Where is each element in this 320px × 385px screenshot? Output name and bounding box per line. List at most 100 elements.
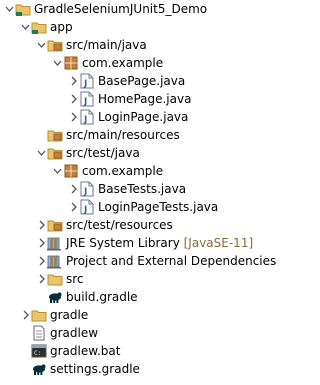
- svg-text:J: J: [83, 115, 87, 125]
- tree-item-text: BaseTests.java: [98, 182, 187, 196]
- tree-item-text: app: [50, 20, 73, 34]
- chevron-down-icon[interactable]: [5, 0, 14, 18]
- source-folder-icon: [47, 144, 63, 162]
- tree-item-text: LoginPage.java: [98, 110, 189, 124]
- tree-item-gradlew-bat[interactable]: C: gradlew.bat: [0, 342, 307, 360]
- tree-item-text: src/test/resources: [66, 218, 173, 232]
- tree-item-jre-system-library[interactable]: JRE System Library [JavaSE-11]: [0, 234, 307, 252]
- tree-item-app[interactable]: app: [0, 18, 307, 36]
- svg-text:J: J: [83, 79, 87, 89]
- tree-item-build-gradle[interactable]: build.gradle: [0, 288, 307, 306]
- gradle-file-icon: [31, 360, 47, 378]
- tree-item-label: src/main/resources: [66, 126, 180, 144]
- java-file-icon: J: [79, 72, 95, 90]
- tree-item-label: settings.gradle: [50, 360, 140, 378]
- tree-item-loginpage-java[interactable]: J LoginPage.java: [0, 108, 307, 126]
- chevron-down-icon[interactable]: [53, 162, 62, 180]
- text-file-icon: [31, 324, 47, 342]
- tree-item-text: com.example: [82, 164, 164, 178]
- tree-item-text: build.gradle: [66, 290, 138, 304]
- chevron-right-icon[interactable]: [69, 72, 78, 90]
- tree-item-gradleseleniumjunit5-demo[interactable]: GradleSeleniumJUnit5_Demo: [0, 0, 307, 18]
- tree-item-text: src/main/resources: [66, 128, 180, 142]
- chevron-down-icon[interactable]: [37, 36, 46, 54]
- tree-item-text: BasePage.java: [98, 74, 186, 88]
- tree-item-basepage-java[interactable]: J BasePage.java: [0, 72, 307, 90]
- bat-file-icon: C:: [31, 342, 47, 360]
- tree-item-text: com.example: [82, 56, 164, 70]
- chevron-right-icon[interactable]: [69, 90, 78, 108]
- tree-item-label: src/test/java: [66, 144, 140, 162]
- tree-item-com-example[interactable]: com.example: [0, 54, 307, 72]
- tree-item-src-main-java[interactable]: src/main/java: [0, 36, 307, 54]
- tree-item-com-example[interactable]: com.example: [0, 162, 307, 180]
- svg-text:C:: C:: [34, 350, 41, 357]
- tree-item-src[interactable]: src: [0, 270, 307, 288]
- tree-item-loginpagetests-java[interactable]: J LoginPageTests.java: [0, 198, 307, 216]
- tree-item-basetests-java[interactable]: J BaseTests.java: [0, 180, 307, 198]
- chevron-down-icon[interactable]: [21, 18, 30, 36]
- tree-item-text: settings.gradle: [50, 362, 140, 376]
- chevron-right-icon[interactable]: [69, 198, 78, 216]
- source-folder-icon: [47, 36, 63, 54]
- tree-item-src-main-resources[interactable]: src/main/resources: [0, 126, 307, 144]
- chevron-right-icon[interactable]: [37, 234, 46, 252]
- gradle-project-folder-icon: [31, 18, 47, 36]
- tree-item-text: src/test/java: [66, 146, 140, 160]
- tree-item-label: gradle: [50, 306, 88, 324]
- tree-item-gradlew[interactable]: gradlew: [0, 324, 307, 342]
- tree-item-text: src/main/java: [66, 38, 147, 52]
- tree-item-text: gradle: [50, 308, 89, 322]
- tree-item-text: JRE System Library: [66, 236, 180, 250]
- java-file-icon: J: [79, 108, 95, 126]
- chevron-right-icon[interactable]: [37, 216, 46, 234]
- source-folder-icon: [47, 216, 63, 234]
- tree-item-settings-gradle[interactable]: settings.gradle: [0, 360, 307, 378]
- tree-item-label: BasePage.java: [98, 72, 185, 90]
- tree-item-label: src/main/java: [66, 36, 147, 54]
- tree-item-label: src/test/resources: [66, 216, 173, 234]
- tree-item-src-test-resources[interactable]: src/test/resources: [0, 216, 307, 234]
- chevron-down-icon[interactable]: [53, 54, 62, 72]
- chevron-right-icon[interactable]: [69, 180, 78, 198]
- tree-item-label: GradleSeleniumJUnit5_Demo: [34, 0, 207, 18]
- svg-text:J: J: [83, 205, 87, 215]
- gradle-file-icon: [47, 288, 63, 306]
- tree-item-label: gradlew.bat: [50, 342, 120, 360]
- chevron-right-icon[interactable]: [37, 270, 46, 288]
- package-icon: [63, 54, 79, 72]
- folder-icon: [31, 306, 47, 324]
- package-icon: [63, 162, 79, 180]
- gradle-project-folder-icon: [15, 0, 31, 18]
- library-icon: [47, 252, 63, 270]
- svg-text:J: J: [83, 187, 87, 197]
- chevron-right-icon[interactable]: [69, 108, 78, 126]
- tree-item-gradle[interactable]: gradle: [0, 306, 307, 324]
- tree-item-text: gradlew.bat: [50, 344, 121, 358]
- library-version-suffix: [JavaSE-11]: [183, 236, 254, 250]
- tree-item-text: gradlew: [50, 326, 99, 340]
- tree-item-src-test-java[interactable]: src/test/java: [0, 144, 307, 162]
- source-folder-icon: [47, 126, 63, 144]
- java-file-icon: J: [79, 198, 95, 216]
- tree-item-label: com.example: [82, 162, 163, 180]
- tree-item-text: src: [66, 272, 84, 286]
- java-file-icon: J: [79, 180, 95, 198]
- tree-item-label: HomePage.java: [98, 90, 191, 108]
- chevron-right-icon[interactable]: [37, 252, 46, 270]
- java-file-icon: J: [79, 90, 95, 108]
- svg-text:J: J: [83, 97, 87, 107]
- folder-icon: [47, 270, 63, 288]
- tree-item-label: gradlew: [50, 324, 98, 342]
- tree-item-label: com.example: [82, 54, 163, 72]
- tree-item-label: BaseTests.java: [98, 180, 186, 198]
- package-explorer-tree: GradleSeleniumJUnit5_Demo app src/main/j…: [0, 0, 307, 385]
- tree-item-label: LoginPage.java: [98, 108, 188, 126]
- chevron-down-icon[interactable]: [37, 144, 46, 162]
- tree-item-homepage-java[interactable]: J HomePage.java: [0, 90, 307, 108]
- tree-item-project-and-external-dependencies[interactable]: Project and External Dependencies: [0, 252, 307, 270]
- tree-item-text: HomePage.java: [98, 92, 192, 106]
- chevron-right-icon[interactable]: [21, 306, 30, 324]
- tree-item-text: Project and External Dependencies: [66, 254, 277, 268]
- tree-item-label: JRE System Library [JavaSE-11]: [66, 234, 253, 252]
